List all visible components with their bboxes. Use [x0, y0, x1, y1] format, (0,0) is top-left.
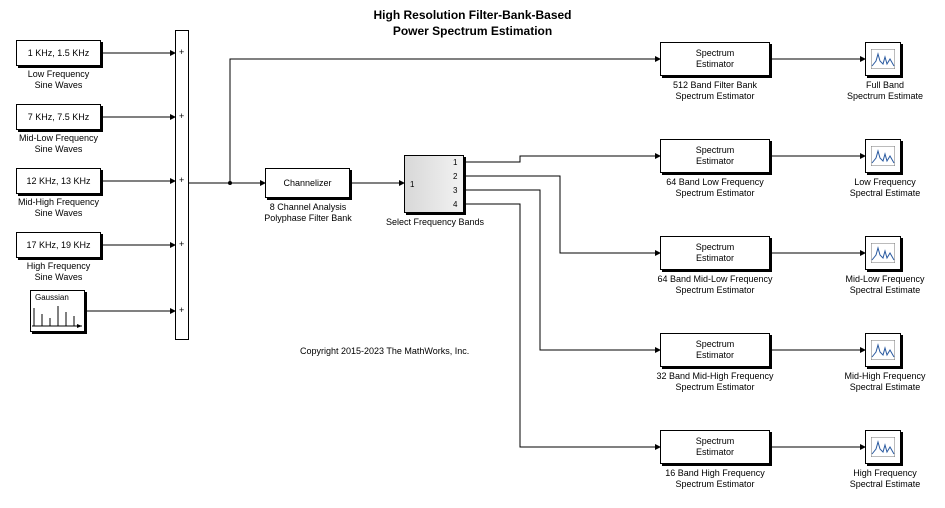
source-block-high[interactable]: 17 KHz, 19 KHz [16, 232, 101, 258]
title-line-2: Power Spectrum Estimation [393, 24, 552, 38]
plus-icon: + [179, 176, 184, 185]
plus-icon: + [179, 112, 184, 121]
estimator-label-full: 512 Band Filter Bank Spectrum Estimator [640, 80, 790, 102]
noise-icon [32, 304, 85, 332]
spectrum-icon [871, 437, 895, 457]
source-block-midlow[interactable]: 7 KHz, 7.5 KHz [16, 104, 101, 130]
source-label-midlow: Mid-Low Frequency Sine Waves [16, 133, 101, 155]
source-label-midhigh: Mid-High Frequency Sine Waves [16, 197, 101, 219]
gaussian-noise-block[interactable]: Gaussian [30, 290, 85, 332]
scope-block-low[interactable] [865, 139, 901, 173]
selector-in-port: 1 [410, 180, 414, 189]
source-label-low: Low Frequency Sine Waves [16, 69, 101, 91]
spectrum-icon [871, 49, 895, 69]
scope-label-midlow: Mid-Low Frequency Spectral Estimate [838, 274, 932, 296]
estimator-text: Spectrum Estimator [696, 145, 735, 167]
source-block-low[interactable]: 1 KHz, 1.5 KHz [16, 40, 101, 66]
scope-block-midhigh[interactable] [865, 333, 901, 367]
estimator-text: Spectrum Estimator [696, 48, 735, 70]
scope-label-low: Low Frequency Spectral Estimate [840, 177, 930, 199]
source-text: 12 KHz, 13 KHz [26, 176, 90, 187]
estimator-block-high[interactable]: Spectrum Estimator [660, 430, 770, 464]
spectrum-icon [871, 243, 895, 263]
scope-label-midhigh: Mid-High Frequency Spectral Estimate [838, 371, 932, 393]
wires-layer [0, 0, 945, 508]
scope-block-high[interactable] [865, 430, 901, 464]
scope-block-full[interactable] [865, 42, 901, 76]
estimator-label-high: 16 Band High Frequency Spectrum Estimato… [640, 468, 790, 490]
estimator-text: Spectrum Estimator [696, 436, 735, 458]
channelizer-label: 8 Channel Analysis Polyphase Filter Bank [253, 202, 363, 224]
estimator-label-midlow: 64 Band Mid-Low Frequency Spectrum Estim… [632, 274, 798, 296]
scope-label-full: Full Band Spectrum Estimate [840, 80, 930, 102]
scope-block-midlow[interactable] [865, 236, 901, 270]
selector-out-port-2: 2 [453, 172, 457, 181]
source-text: 17 KHz, 19 KHz [26, 240, 90, 251]
estimator-label-low: 64 Band Low Frequency Spectrum Estimator [640, 177, 790, 199]
source-text: 7 KHz, 7.5 KHz [28, 112, 90, 123]
sum-block[interactable] [175, 30, 189, 340]
channelizer-block[interactable]: Channelizer [265, 168, 350, 198]
source-text: 1 KHz, 1.5 KHz [28, 48, 90, 59]
selector-out-port-1: 1 [453, 158, 457, 167]
diagram-title: High Resolution Filter-Bank-Based Power … [0, 8, 945, 39]
plus-icon: + [179, 48, 184, 57]
estimator-block-full[interactable]: Spectrum Estimator [660, 42, 770, 76]
estimator-block-midlow[interactable]: Spectrum Estimator [660, 236, 770, 270]
estimator-label-midhigh: 32 Band Mid-High Frequency Spectrum Esti… [632, 371, 798, 393]
plus-icon: + [179, 306, 184, 315]
copyright-text: Copyright 2015-2023 The MathWorks, Inc. [300, 346, 469, 356]
source-block-midhigh[interactable]: 12 KHz, 13 KHz [16, 168, 101, 194]
estimator-block-low[interactable]: Spectrum Estimator [660, 139, 770, 173]
plus-icon: + [179, 240, 184, 249]
estimator-text: Spectrum Estimator [696, 339, 735, 361]
estimator-block-midhigh[interactable]: Spectrum Estimator [660, 333, 770, 367]
scope-label-high: High Frequency Spectral Estimate [840, 468, 930, 490]
spectrum-icon [871, 340, 895, 360]
selector-label: Select Frequency Bands [380, 217, 490, 228]
spectrum-icon [871, 146, 895, 166]
source-label-high: High Frequency Sine Waves [16, 261, 101, 283]
gaussian-text: Gaussian [35, 293, 69, 302]
title-line-1: High Resolution Filter-Bank-Based [373, 8, 571, 22]
selector-out-port-3: 3 [453, 186, 457, 195]
channelizer-text: Channelizer [283, 178, 331, 189]
estimator-text: Spectrum Estimator [696, 242, 735, 264]
selector-out-port-4: 4 [453, 200, 457, 209]
